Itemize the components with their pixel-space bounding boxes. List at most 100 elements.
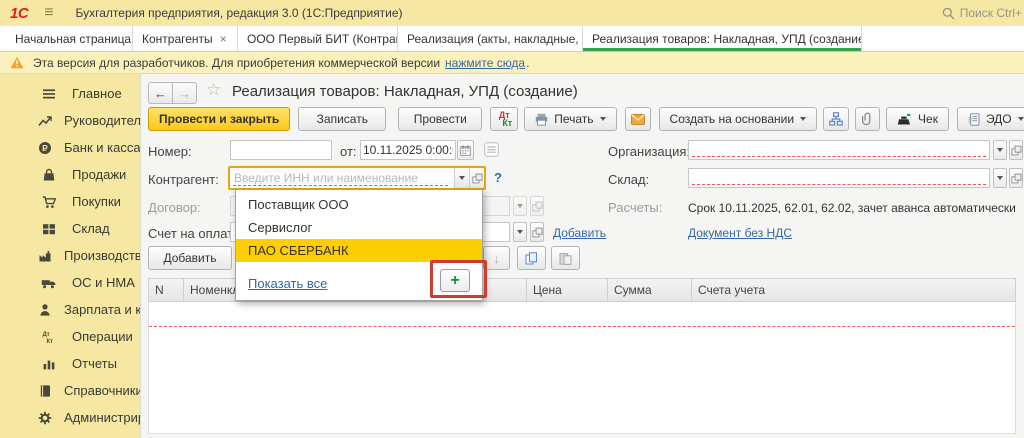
sidebar-item-warehouse[interactable]: Склад	[0, 215, 140, 242]
banner-link[interactable]: нажмите сюда	[445, 56, 525, 70]
copy-rows-button[interactable]	[517, 246, 546, 270]
date-input[interactable]	[361, 141, 455, 159]
sidebar-item-label: Справочники	[64, 383, 143, 398]
dtkt-postings-button[interactable]: Дт Кт	[490, 107, 518, 131]
sidebar-item-sales[interactable]: Продажи	[0, 161, 140, 188]
settlements-label: Расчеты:	[608, 200, 662, 215]
warehouse-field[interactable]	[688, 168, 990, 188]
chevron-down-icon	[997, 176, 1003, 180]
post-button[interactable]: Провести	[398, 107, 482, 131]
close-icon[interactable]: ×	[220, 32, 227, 46]
paste-rows-button[interactable]	[551, 246, 580, 270]
sidebar-item-main[interactable]: Главное	[0, 80, 140, 107]
chevron-down-icon	[517, 230, 523, 234]
global-search[interactable]: Поиск Ctrl+	[942, 6, 1024, 20]
bag-icon	[38, 168, 60, 182]
tab-sales-document[interactable]: Реализация товаров: Накладная, УПД (созд…	[583, 26, 862, 51]
column-header-amount[interactable]: Сумма	[608, 278, 692, 302]
sidebar-item-administration[interactable]: Администрирование	[0, 404, 140, 431]
sidebar-item-manager[interactable]: Руководителю	[0, 107, 140, 134]
vat-link[interactable]: Документ без НДС	[688, 226, 792, 240]
forward-button[interactable]: →	[172, 82, 197, 104]
warning-icon	[10, 56, 24, 69]
sidebar-item-label: Операции	[72, 329, 133, 344]
warehouse-open-button[interactable]	[1009, 168, 1023, 188]
related-documents-button[interactable]	[823, 107, 849, 131]
favorite-star-icon[interactable]: ☆	[206, 80, 221, 100]
sidebar-item-production[interactable]: Производство	[0, 242, 140, 269]
sidebar-item-operations[interactable]: ДтКт Операции	[0, 323, 140, 350]
counterparty-label: Контрагент:	[148, 172, 219, 187]
counterparty-dropdown-button[interactable]	[454, 168, 469, 188]
required-underline	[692, 156, 986, 157]
warehouse-dropdown-button[interactable]	[993, 168, 1007, 188]
sidebar-item-purchases[interactable]: Покупки	[0, 188, 140, 215]
column-header-accounts[interactable]: Счета учета	[692, 278, 1015, 302]
add-row-button[interactable]: Добавить	[148, 246, 232, 270]
contract-open-button[interactable]	[530, 196, 544, 216]
chevron-down-icon	[997, 148, 1003, 152]
trend-icon	[38, 114, 52, 128]
edo-button[interactable]: ЭДО	[957, 107, 1024, 131]
calendar-button[interactable]	[457, 140, 474, 160]
required-underline	[233, 185, 448, 186]
sidebar-item-os-nma[interactable]: ОС и НМА	[0, 269, 140, 296]
sidebar-item-reports[interactable]: Отчеты	[0, 350, 140, 377]
dropdown-item[interactable]: Поставщик ООО	[236, 193, 482, 216]
1c-logo-icon: 1С	[10, 5, 28, 22]
counterparty-open-button[interactable]	[469, 168, 484, 188]
invoice-dropdown-button[interactable]	[513, 222, 527, 242]
tab-bar: Начальная страница Контрагенты × ООО Пер…	[0, 26, 1024, 52]
calendar-icon	[460, 145, 471, 156]
show-all-link[interactable]: Показать все	[248, 276, 327, 291]
organization-dropdown-button[interactable]	[993, 140, 1007, 160]
check-receipt-button[interactable]: Чек	[886, 107, 949, 131]
tab-label: Реализация (акты, накладные, УПД)	[407, 32, 583, 46]
create-based-on-button[interactable]: Создать на основании	[659, 107, 818, 131]
contract-dropdown-button[interactable]	[513, 196, 527, 216]
1c-application-window: 1С ≡ Бухгалтерия предприятия, редакция 3…	[0, 0, 1024, 438]
chevron-down-icon	[600, 117, 606, 121]
column-header-price[interactable]: Цена	[527, 278, 608, 302]
send-email-button[interactable]	[625, 107, 651, 131]
tab-counterparties[interactable]: Контрагенты ×	[133, 26, 238, 51]
back-button[interactable]: ←	[148, 82, 173, 104]
sidebar-item-label: ОС и НМА	[72, 275, 135, 290]
move-down-button[interactable]: ↓	[483, 246, 510, 270]
printer-icon	[535, 113, 548, 126]
organization-open-button[interactable]	[1009, 140, 1023, 160]
number-field[interactable]	[230, 140, 332, 160]
number-input[interactable]	[231, 141, 331, 159]
sidebar-item-bank-cash[interactable]: Р Банк и касса	[0, 134, 140, 161]
svg-text:Кт: Кт	[47, 339, 54, 344]
date-field[interactable]	[360, 140, 456, 160]
sidebar-item-label: Производство	[64, 248, 149, 263]
print-button[interactable]: Печать	[524, 107, 616, 131]
dropdown-item[interactable]: Сервислог	[236, 216, 482, 239]
main-menu-icon[interactable]: ≡	[44, 5, 53, 21]
svg-text:Р: Р	[42, 143, 48, 153]
save-button[interactable]: Записать	[298, 107, 386, 131]
sidebar-item-salary-hr[interactable]: Зарплата и кадры	[0, 296, 140, 323]
attachments-button[interactable]	[855, 107, 880, 131]
invoice-open-button[interactable]	[530, 222, 544, 242]
invoice-add-link[interactable]: Добавить	[553, 226, 606, 240]
document-list-button[interactable]	[484, 142, 499, 157]
tab-sales-list[interactable]: Реализация (акты, накладные, УПД) ×	[398, 26, 583, 51]
post-and-close-button[interactable]: Провести и закрыть	[148, 107, 290, 131]
bar-chart-icon	[38, 357, 60, 371]
tab-home[interactable]: Начальная страница	[0, 26, 133, 51]
items-table-body[interactable]	[148, 302, 1016, 434]
column-header-n[interactable]: N	[149, 278, 184, 302]
create-based-on-label: Создать на основании	[670, 112, 795, 126]
sidebar-item-directories[interactable]: Справочники	[0, 377, 140, 404]
settlements-value[interactable]: Срок 10.11.2025, 62.01, 62.02, зачет ава…	[688, 201, 1016, 215]
help-button[interactable]: ?	[494, 170, 502, 185]
cart-icon	[38, 195, 60, 209]
organization-field[interactable]	[688, 140, 990, 160]
gear-icon	[38, 411, 52, 425]
tab-counterparty-card[interactable]: ООО Первый БИТ (Контрагент) ×	[238, 26, 398, 51]
envelope-icon	[631, 114, 645, 125]
open-form-icon	[1011, 173, 1022, 184]
dropdown-item-selected[interactable]: ПАО СБЕРБАНК	[236, 239, 482, 262]
